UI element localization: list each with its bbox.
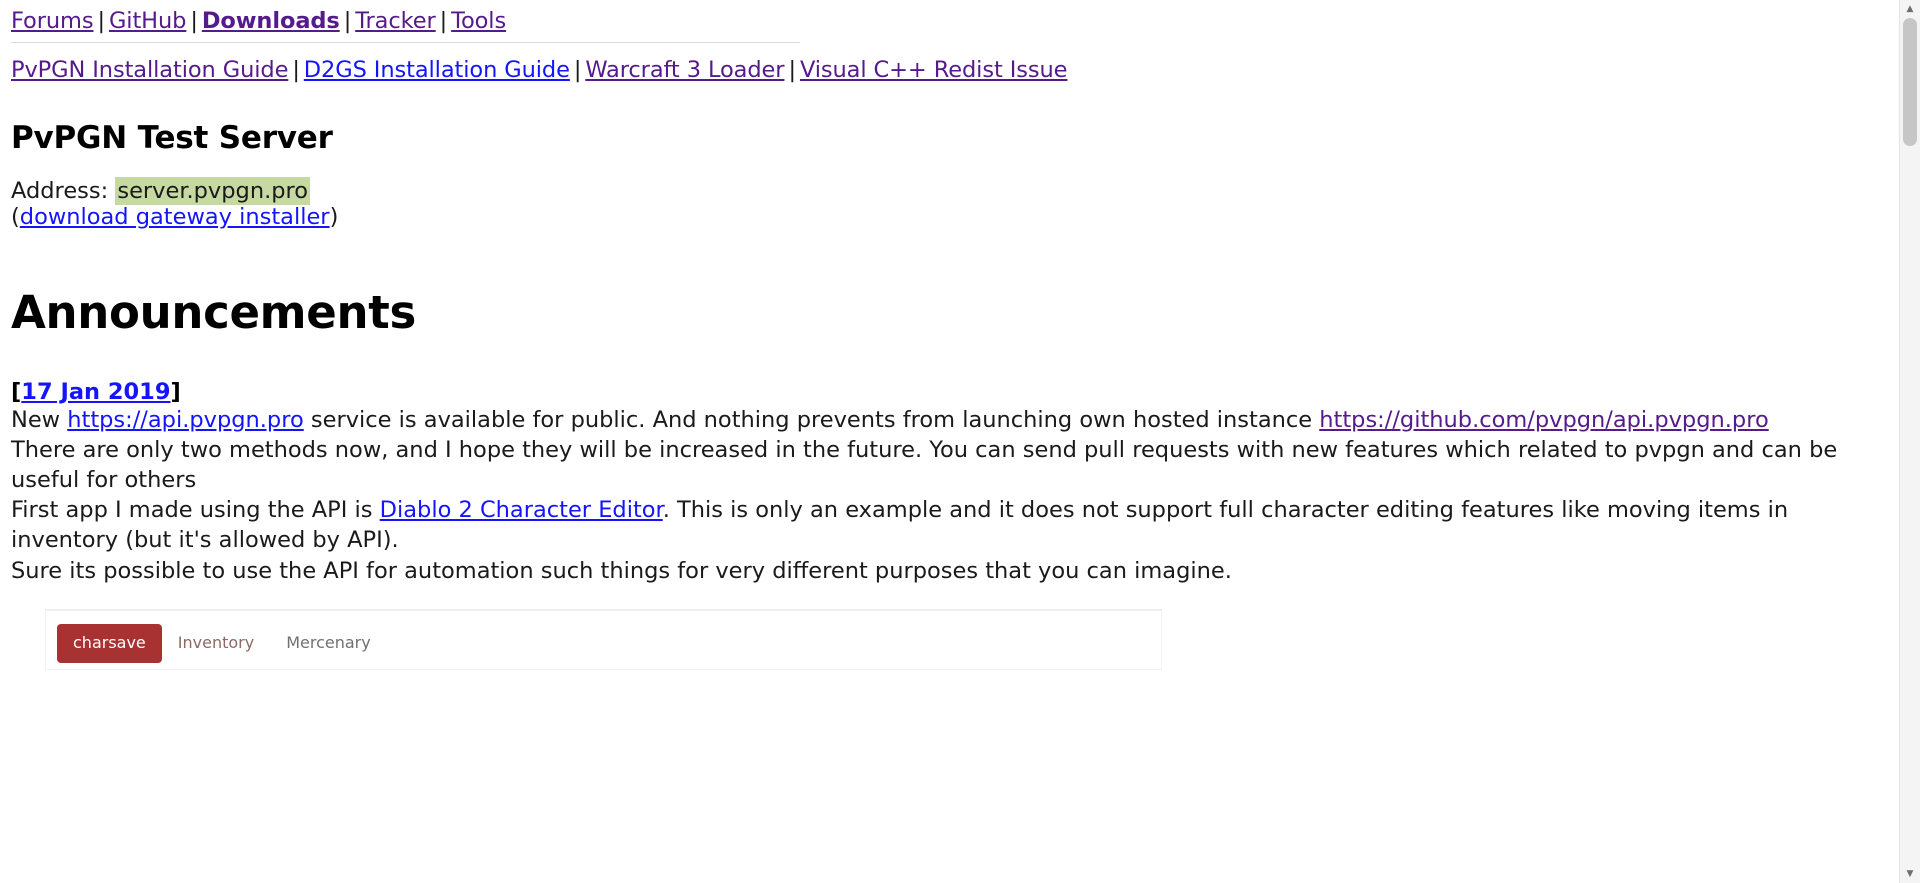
diablo-2-character-editor-link[interactable]: Diablo 2 Character Editor <box>380 497 663 523</box>
announcement-paragraph-3: First app I made using the API is Diablo… <box>11 495 1880 585</box>
nav-link-forums[interactable]: Forums <box>11 8 94 34</box>
address-line: Address: server.pvpgn.pro <box>11 176 1880 205</box>
github-api-pvpgn-pro-link[interactable]: https://github.com/pvpgn/api.pvpgn.pro <box>1319 407 1768 433</box>
address-label: Address: <box>11 177 109 204</box>
address-value: server.pvpgn.pro <box>115 176 311 205</box>
announcement-date-line: [17 Jan 2019] <box>11 379 1880 405</box>
page-content: Forums | GitHub | Downloads | Tracker | Tools Pv… <box>0 0 1880 670</box>
announcement-paragraph-2: There are only two methods now, and I ho… <box>11 436 1838 494</box>
nav-separator: | <box>97 8 105 34</box>
scroll-down-arrow-icon[interactable]: ▼ <box>1900 865 1920 883</box>
app-tab-mercenary: Mercenary <box>286 632 371 652</box>
browser-content-viewport: Forums | GitHub | Downloads | Tracker | Tools Pv… <box>0 0 1900 883</box>
nav-link-tracker[interactable]: Tracker <box>355 8 436 34</box>
api-pvpgn-pro-link[interactable]: https://api.pvpgn.pro <box>67 407 304 433</box>
embedded-app-screenshot: charsave Inventory Mercenary <box>45 608 1162 670</box>
open-paren: ( <box>11 204 20 231</box>
paragraph-1-middle: service is available for public. And not… <box>303 406 1320 433</box>
app-tab-charsave: charsave <box>57 623 162 663</box>
nav-separator: | <box>573 57 582 84</box>
close-bracket: ] <box>170 378 181 405</box>
nav-separator: | <box>788 57 796 84</box>
primary-navigation: Forums | GitHub | Downloads | Tracker | Tools <box>11 0 1880 36</box>
nav-separator: | <box>343 8 352 34</box>
nav-separator: | <box>292 57 300 84</box>
test-server-heading: PvPGN Test Server <box>11 119 333 156</box>
nav-link-d2gs-installation-guide[interactable]: D2GS Installation Guide <box>304 57 570 83</box>
nav-separator: | <box>439 8 448 34</box>
paragraph-3-line2: Sure its possible to use the API for aut… <box>11 557 1232 584</box>
announcement-date-link[interactable]: 17 Jan 2019 <box>21 379 170 405</box>
installer-line: (download gateway installer) <box>11 204 1880 231</box>
app-tab-inventory: Inventory <box>177 632 255 652</box>
scroll-up-arrow-icon[interactable]: ▲ <box>1900 0 1920 18</box>
announcement-paragraph-1: New https://api.pvpgn.pro service is ava… <box>11 405 1880 435</box>
paragraph-1-prefix: New <box>11 406 68 433</box>
nav-link-warcraft-3-loader[interactable]: Warcraft 3 Loader <box>585 57 784 83</box>
close-paren: ) <box>329 204 339 231</box>
app-tab-bar: charsave Inventory Mercenary <box>45 610 1162 663</box>
nav-link-visual-cpp-redist-issue[interactable]: Visual C++ Redist Issue <box>800 57 1068 83</box>
paragraph-3-prefix: First app I made using the API is <box>11 497 380 524</box>
nav-link-pvpgn-installation-guide[interactable]: PvPGN Installation Guide <box>11 57 288 83</box>
scrollbar-thumb[interactable] <box>1903 18 1917 146</box>
nav-link-github[interactable]: GitHub <box>109 8 186 34</box>
secondary-navigation: PvPGN Installation Guide | D2GS Installati… <box>11 43 1880 85</box>
test-server-address-block: Address: server.pvpgn.pro (download gate… <box>11 176 1880 231</box>
open-bracket: [ <box>11 378 22 405</box>
nav-link-downloads[interactable]: Downloads <box>202 8 340 34</box>
download-gateway-installer-link[interactable]: download gateway installer <box>20 204 330 230</box>
nav-separator: | <box>190 8 198 34</box>
nav-link-tools[interactable]: Tools <box>451 8 506 34</box>
vertical-scrollbar[interactable]: ▲ ▼ <box>1899 0 1920 883</box>
announcements-heading: Announcements <box>11 285 416 339</box>
